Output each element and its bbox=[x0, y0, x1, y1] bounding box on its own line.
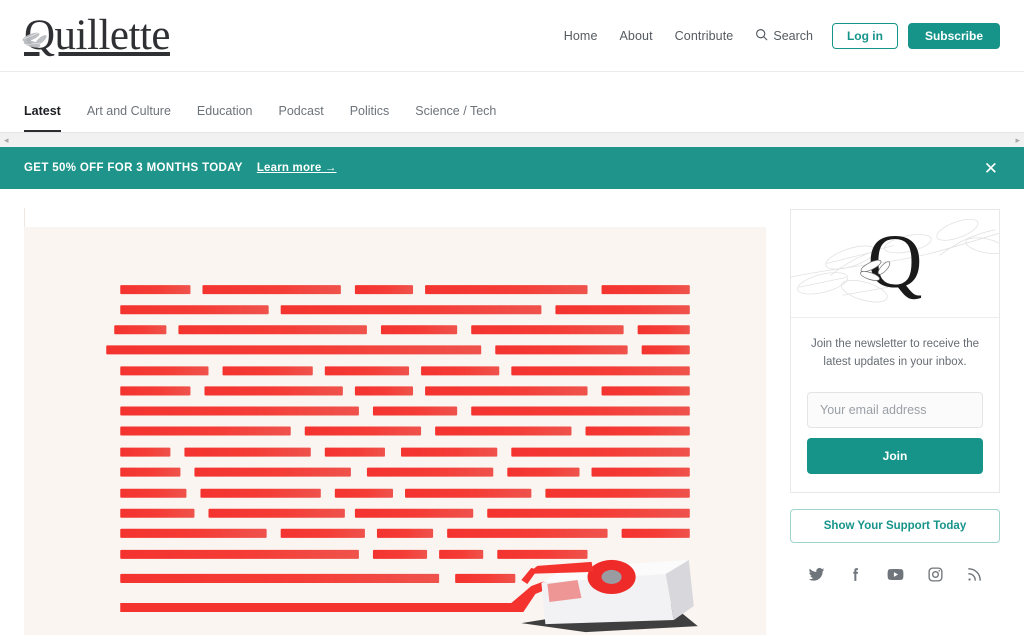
tape-dispenser-illustration bbox=[521, 559, 698, 633]
nav-about[interactable]: About bbox=[609, 29, 664, 43]
close-icon[interactable]: ✕ bbox=[978, 156, 1004, 181]
social-links bbox=[790, 565, 1000, 584]
tab-latest[interactable]: Latest bbox=[24, 104, 74, 132]
email-field[interactable] bbox=[807, 391, 983, 428]
join-button[interactable]: Join bbox=[807, 437, 983, 474]
site-logo[interactable]: Quillette bbox=[21, 14, 170, 57]
youtube-icon[interactable] bbox=[886, 565, 905, 584]
subscribe-button[interactable]: Subscribe bbox=[907, 22, 1000, 49]
nav-home[interactable]: Home bbox=[553, 29, 609, 43]
horizontal-scrollbar[interactable]: ◂ ▸ bbox=[0, 132, 1024, 147]
instagram-icon[interactable] bbox=[927, 566, 944, 583]
newsletter-body: Join the newsletter to receive the lates… bbox=[791, 318, 999, 492]
featured-article-card[interactable] bbox=[24, 208, 766, 635]
newsletter-card: Q Join the newsletter to receive the lat… bbox=[790, 209, 1000, 493]
facebook-icon[interactable] bbox=[847, 566, 864, 583]
twitter-icon[interactable] bbox=[808, 566, 825, 583]
search-label: Search bbox=[773, 28, 813, 43]
tab-education[interactable]: Education bbox=[184, 104, 266, 132]
newsletter-description: Join the newsletter to receive the lates… bbox=[810, 338, 980, 368]
promo-text: GET 50% OFF FOR 3 MONTHS TODAY bbox=[24, 162, 243, 174]
promo-banner: GET 50% OFF FOR 3 MONTHS TODAY Learn mor… bbox=[0, 147, 1024, 189]
tab-art-and-culture[interactable]: Art and Culture bbox=[74, 104, 184, 132]
support-button[interactable]: Show Your Support Today bbox=[790, 508, 1000, 543]
page-content: Q Join the newsletter to receive the lat… bbox=[0, 189, 1024, 635]
header-nav: Home About Contribute Search Log in Subs… bbox=[553, 22, 1000, 49]
search-icon bbox=[755, 28, 768, 44]
scroll-left-arrow-icon[interactable]: ◂ bbox=[4, 135, 9, 145]
main-column bbox=[24, 208, 766, 635]
category-tabs: Latest Art and Culture Education Podcast… bbox=[0, 72, 1024, 132]
quill-feather-icon bbox=[21, 28, 55, 54]
login-button[interactable]: Log in bbox=[831, 22, 898, 49]
redacted-text-illustration bbox=[24, 227, 766, 635]
rss-icon[interactable] bbox=[966, 566, 983, 583]
quill-feather-icon bbox=[857, 256, 897, 291]
site-header: Quillette Home About Contribute Search L… bbox=[0, 0, 1024, 72]
tab-politics[interactable]: Politics bbox=[337, 104, 403, 132]
tab-podcast[interactable]: Podcast bbox=[266, 104, 337, 132]
search-button[interactable]: Search bbox=[744, 28, 824, 44]
tab-science-tech[interactable]: Science / Tech bbox=[402, 104, 509, 132]
sidebar-logo-banner: Q bbox=[791, 210, 999, 318]
promo-learn-more-link[interactable]: Learn more → bbox=[257, 162, 337, 174]
category-nav: Latest Art and Culture Education Podcast… bbox=[0, 72, 1024, 147]
nav-contribute[interactable]: Contribute bbox=[664, 29, 745, 43]
scroll-right-arrow-icon[interactable]: ▸ bbox=[1015, 135, 1020, 145]
sidebar: Q Join the newsletter to receive the lat… bbox=[790, 209, 1000, 584]
